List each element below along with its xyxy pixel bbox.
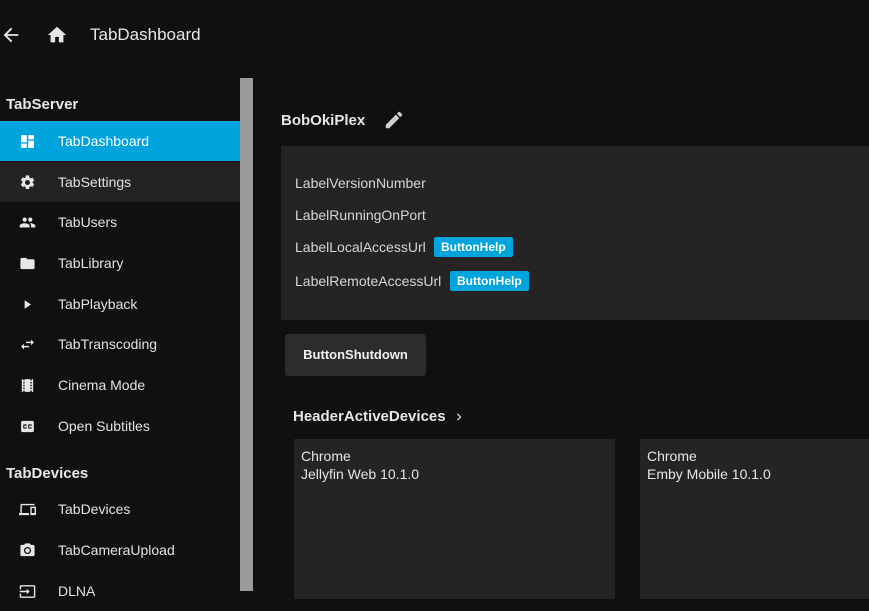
shutdown-button[interactable]: ButtonShutdown bbox=[285, 334, 426, 376]
sidebar-item-label: TabDevices bbox=[58, 501, 131, 517]
subtitles-icon bbox=[21, 420, 34, 433]
sidebar-item-label: TabCameraUpload bbox=[58, 542, 175, 558]
sidebar-item-devices[interactable]: TabDevices bbox=[0, 489, 240, 529]
sidebar-section-server: TabServer bbox=[6, 96, 79, 113]
sidebar-section-devices: TabDevices bbox=[6, 465, 89, 482]
sidebar-item-label: TabSettings bbox=[58, 174, 132, 190]
users-icon bbox=[19, 217, 36, 228]
film-icon bbox=[21, 379, 34, 392]
sidebar-item-label: TabUsers bbox=[58, 214, 118, 230]
devices-icon bbox=[19, 503, 36, 516]
device-card[interactable]: Chrome Emby Mobile 10.1.0 bbox=[640, 439, 869, 599]
local-access-label: LabelLocalAccessUrl bbox=[295, 239, 426, 255]
top-bar: TabDashboard bbox=[0, 0, 869, 70]
device-client: Chrome bbox=[647, 448, 697, 464]
sidebar-item-camera-upload[interactable]: TabCameraUpload bbox=[0, 530, 240, 570]
device-app: Jellyfin Web 10.1.0 bbox=[301, 466, 420, 482]
play-icon bbox=[24, 300, 32, 309]
sidebar-item-label: TabLibrary bbox=[58, 255, 124, 271]
port-label: LabelRunningOnPort bbox=[295, 207, 426, 223]
sidebar-item-playback[interactable]: TabPlayback bbox=[0, 284, 240, 324]
edit-pencil-icon[interactable] bbox=[383, 109, 405, 131]
sidebar-item-users[interactable]: TabUsers bbox=[0, 202, 240, 242]
sidebar-scrollbar[interactable] bbox=[240, 78, 253, 591]
folder-icon bbox=[20, 257, 35, 270]
gear-icon bbox=[20, 175, 35, 190]
local-help-button[interactable]: ButtonHelp bbox=[434, 237, 513, 257]
sidebar-item-label: TabTranscoding bbox=[58, 336, 158, 352]
sidebar: TabServer TabDashboard TabSettings TabUs… bbox=[0, 78, 240, 599]
input-icon bbox=[19, 585, 36, 598]
remote-access-label: LabelRemoteAccessUrl bbox=[295, 273, 442, 289]
chevron-right-icon[interactable] bbox=[452, 410, 466, 424]
sidebar-item-label: TabPlayback bbox=[58, 296, 138, 312]
home-icon[interactable] bbox=[46, 24, 68, 46]
sidebar-item-label: Open Subtitles bbox=[58, 418, 150, 434]
sidebar-item-dlna[interactable]: DLNA bbox=[0, 571, 240, 611]
sidebar-item-label: TabDashboard bbox=[58, 133, 150, 149]
sidebar-item-cinema-mode[interactable]: Cinema Mode bbox=[0, 365, 240, 405]
sidebar-item-library[interactable]: TabLibrary bbox=[0, 243, 240, 283]
camera-icon bbox=[20, 543, 35, 557]
sidebar-item-open-subtitles[interactable]: Open Subtitles bbox=[0, 406, 240, 446]
sidebar-item-label: Cinema Mode bbox=[58, 377, 146, 393]
page-title: TabDashboard bbox=[90, 25, 201, 44]
server-name: BobOkiPlex bbox=[281, 112, 366, 129]
device-app: Emby Mobile 10.1.0 bbox=[647, 466, 771, 482]
back-arrow-icon[interactable] bbox=[0, 24, 22, 46]
device-card[interactable]: Chrome Jellyfin Web 10.1.0 bbox=[294, 439, 615, 599]
active-devices-header[interactable]: HeaderActiveDevices bbox=[293, 408, 446, 425]
dashboard-icon bbox=[21, 135, 34, 148]
remote-help-button[interactable]: ButtonHelp bbox=[450, 271, 529, 291]
device-client: Chrome bbox=[301, 448, 351, 464]
swap-icon bbox=[21, 339, 34, 350]
version-label: LabelVersionNumber bbox=[295, 175, 426, 191]
server-info-panel: LabelVersionNumber LabelRunningOnPort La… bbox=[281, 146, 869, 320]
sidebar-item-settings[interactable]: TabSettings bbox=[0, 162, 240, 202]
sidebar-item-transcoding[interactable]: TabTranscoding bbox=[0, 324, 240, 364]
sidebar-item-dashboard[interactable]: TabDashboard bbox=[0, 121, 240, 161]
sidebar-item-label: DLNA bbox=[58, 583, 96, 599]
main-content: BobOkiPlex LabelVersionNumber LabelRunni… bbox=[253, 78, 869, 599]
